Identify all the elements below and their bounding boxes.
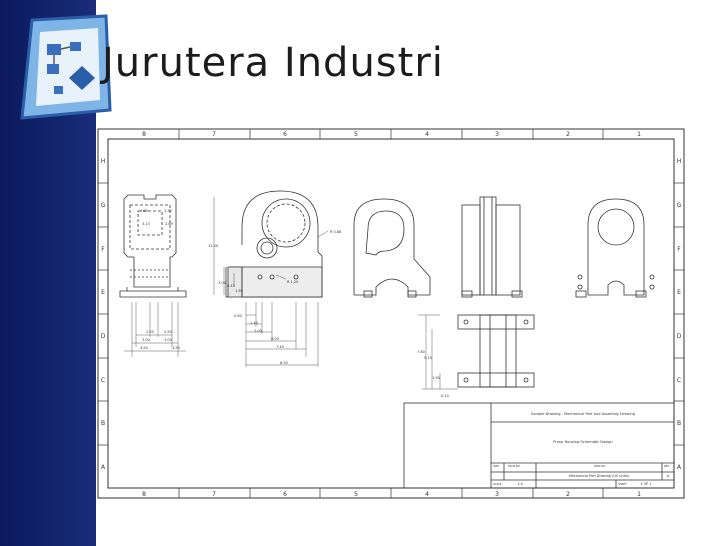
row-label-left: G xyxy=(101,202,106,209)
dim-label: 1.60 xyxy=(235,289,243,293)
title-block-dwg-no: Mechanical Part Drawing (US Units) xyxy=(569,474,630,478)
visio-logo-icon xyxy=(20,14,112,120)
dim-label: 2.37 xyxy=(164,209,172,213)
row-label-right: G xyxy=(677,202,682,209)
dim-label: 2.00 xyxy=(254,329,262,333)
title-block-rev-label: REV xyxy=(664,464,669,468)
title-block-dwg-label: DWG NO xyxy=(594,464,605,468)
col-label-top: 6 xyxy=(283,131,287,138)
slide-bottom-area xyxy=(96,500,728,546)
row-label-left: H xyxy=(101,158,106,165)
dim-label: 1.90 xyxy=(432,376,440,380)
col-label-bottom: 5 xyxy=(354,491,358,498)
title-block-sheet-label: SHEET xyxy=(618,482,627,486)
row-label-left: C xyxy=(101,377,105,384)
dim-label: 0.10 xyxy=(441,394,449,398)
col-label-top: 5 xyxy=(354,131,358,138)
dim-label: 4.50 xyxy=(140,346,148,350)
dim-label: 3.13 xyxy=(142,222,150,226)
row-label-left: F xyxy=(101,246,105,253)
dim-label: 0.60 xyxy=(234,314,242,318)
title-block-size-label: SIZE xyxy=(493,464,499,468)
row-label-right: C xyxy=(677,377,681,384)
col-label-top: 8 xyxy=(142,131,146,138)
dim-label: 1.69 xyxy=(165,222,173,226)
dim-label: 0.43 xyxy=(227,284,235,288)
title-block-scale-label: SCALE xyxy=(493,482,502,486)
row-label-right: E xyxy=(677,289,681,296)
dim-label: 3.00 xyxy=(164,338,172,342)
dim-label: 1.40 xyxy=(250,321,258,325)
col-label-bottom: 1 xyxy=(637,491,641,498)
dim-label: R 1.20 xyxy=(287,280,298,284)
col-label-bottom: 7 xyxy=(212,491,216,498)
col-label-bottom: 2 xyxy=(566,491,570,498)
col-label-top: 7 xyxy=(212,131,216,138)
dim-label: 2.50 xyxy=(164,330,172,334)
title-block-pump: Pump Housing Schematic Design xyxy=(553,440,612,444)
dim-label: 8.50 xyxy=(280,361,288,365)
row-label-right: B xyxy=(677,420,681,427)
row-label-right: H xyxy=(677,158,682,165)
col-label-bottom: 6 xyxy=(283,491,287,498)
col-label-top: 4 xyxy=(425,131,429,138)
dim-label: 4.50 xyxy=(172,346,180,350)
row-label-right: D xyxy=(677,333,682,340)
dim-label: 11.00 xyxy=(208,244,218,248)
dim-label: 6.00 xyxy=(271,337,279,341)
col-label-top: 1 xyxy=(637,131,641,138)
dim-label: 3.80 xyxy=(140,209,148,213)
dim-label: 7.80 xyxy=(417,350,425,354)
col-label-bottom: 4 xyxy=(425,491,429,498)
row-label-left: D xyxy=(101,333,106,340)
dim-label: 7.40 xyxy=(276,345,284,349)
col-label-top: 3 xyxy=(495,131,499,138)
dim-label: 3.00 xyxy=(142,338,150,342)
col-label-bottom: 8 xyxy=(142,491,146,498)
engineering-drawing: 8 7 6 5 4 3 2 1 8 7 6 5 4 3 2 1 H G F E … xyxy=(96,127,686,500)
dim-label: R 0.88 xyxy=(330,230,341,234)
dim-label: 5.10 xyxy=(424,356,432,360)
title-block-sample: Sample Drawing - Mechanical Part and Ass… xyxy=(531,412,635,416)
slide-title: Jurutera Industri xyxy=(102,40,444,86)
title-block-scale: 1:4 xyxy=(517,482,522,486)
dim-label: 2.50 xyxy=(146,330,154,334)
col-label-bottom: 3 xyxy=(495,491,499,498)
title-block-sheet: 1 OF 1 xyxy=(640,482,651,486)
title-block-fscm-label: FSCM NO xyxy=(508,464,520,468)
row-label-left: B xyxy=(101,420,105,427)
col-label-top: 2 xyxy=(566,131,570,138)
dim-label: 3.00 xyxy=(218,281,226,285)
row-label-right: F xyxy=(677,246,681,253)
row-label-left: E xyxy=(101,289,105,296)
